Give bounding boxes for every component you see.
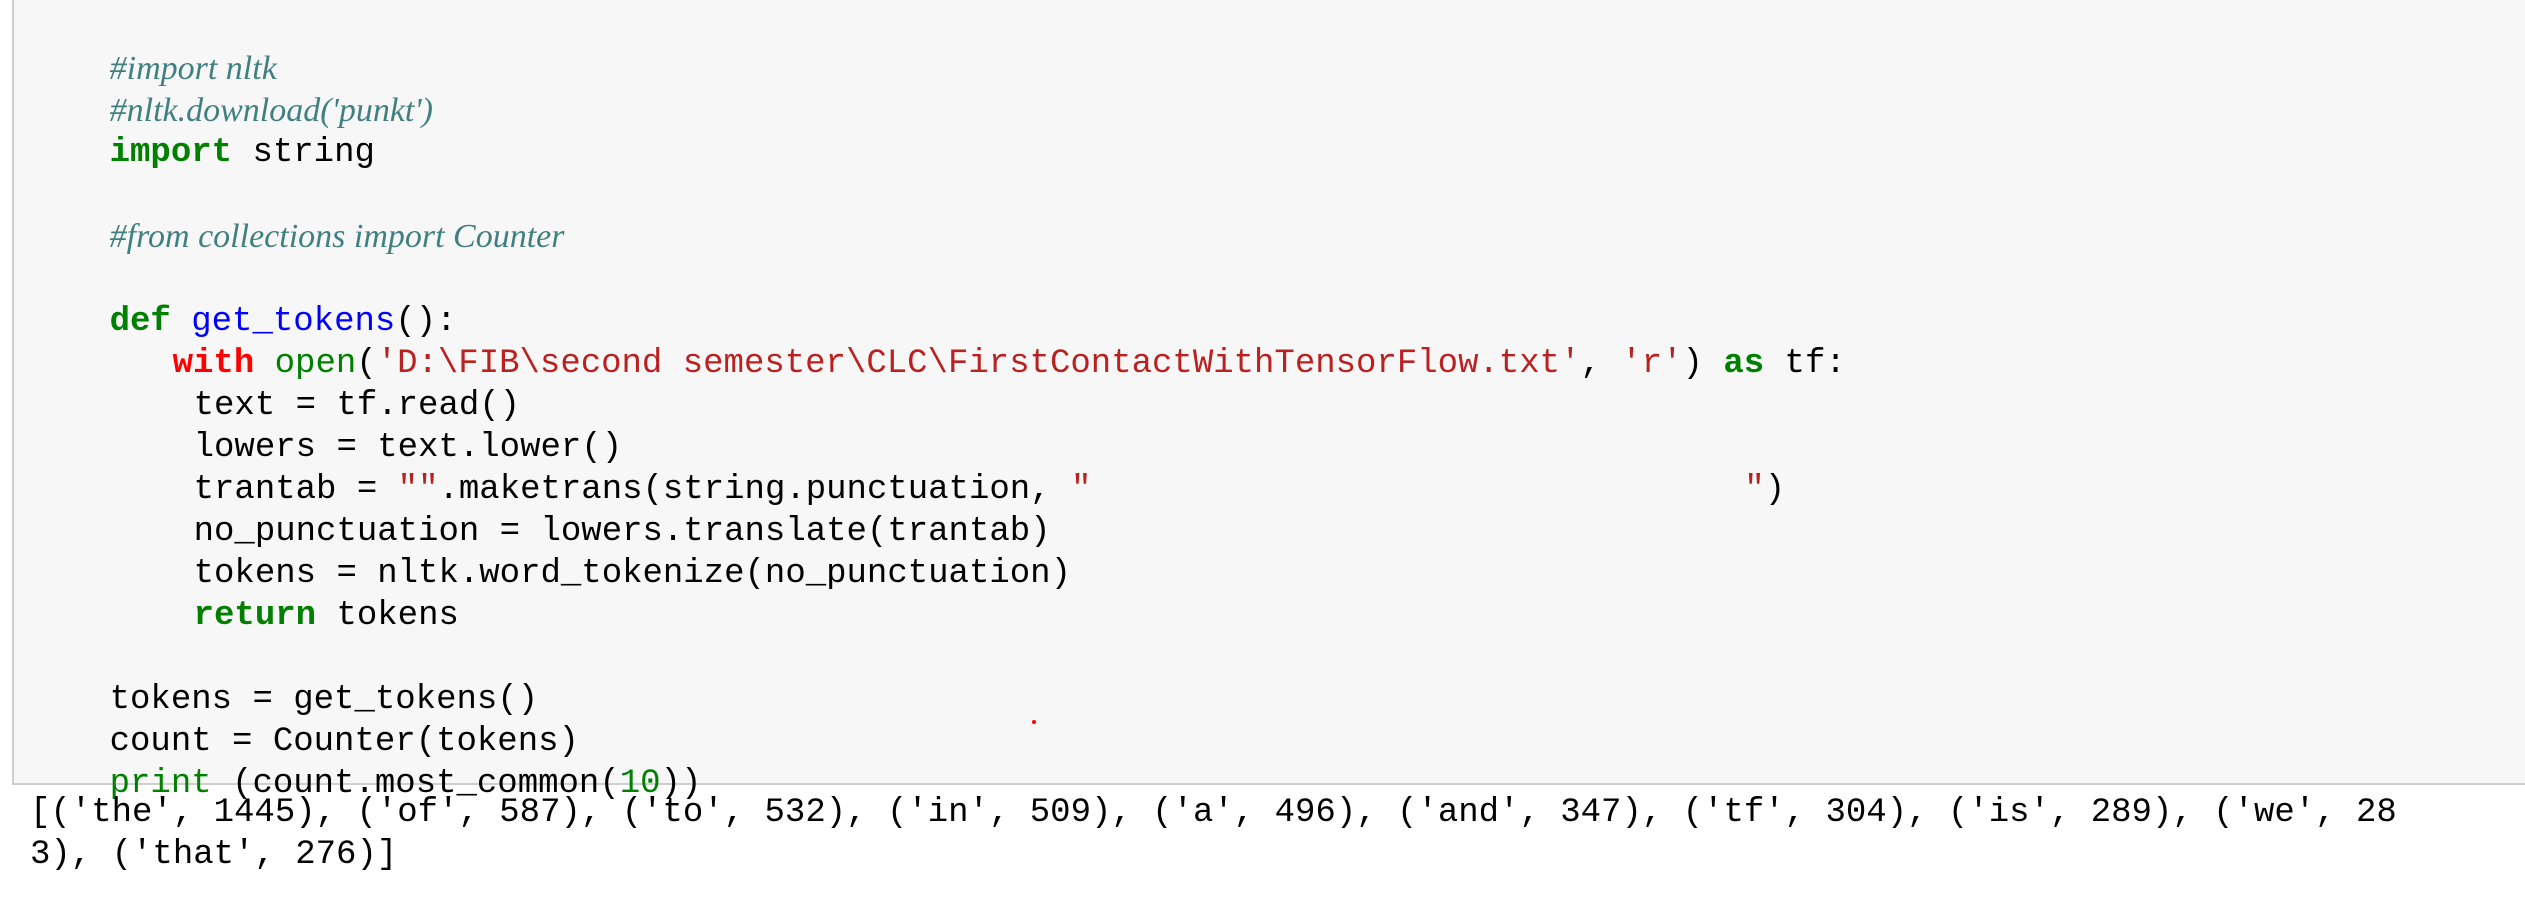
code-line-10: lowers = text.lower(): [112, 388, 622, 467]
string-spaces: " ": [1071, 471, 1765, 509]
keyword-return: return: [193, 597, 317, 635]
code-line-3: import string: [28, 93, 375, 172]
code-line-13: tokens = nltk.word_tokenize(no_punctuati…: [112, 514, 1071, 593]
code-line-18: print (count.most_common(10)): [28, 724, 702, 803]
code-input-cell[interactable]: #import nltk #nltk.download('punkt') imp…: [12, 0, 2525, 803]
code-punct: ,: [1580, 345, 1622, 383]
code-punct: ): [1682, 345, 1724, 383]
code-text: string: [232, 134, 375, 172]
code-line-1: #import nltk: [28, 9, 277, 87]
output-line-2: 3), ('that', 276)]: [30, 836, 398, 874]
string-mode: 'r': [1621, 345, 1683, 383]
code-comment: #from collections import Counter: [109, 218, 565, 255]
code-line-7: def get_tokens():: [28, 262, 457, 341]
code-line-2: #nltk.download('punkt'): [28, 51, 433, 129]
string-path: 'D:\FIB\second semester\CLC\FirstContact…: [376, 345, 1581, 383]
code-line-8: with open('D:\FIB\second semester\CLC\Fi…: [91, 304, 1846, 383]
keyword-import: import: [109, 134, 233, 172]
code-line-14: return tokens: [112, 556, 459, 635]
code-line-16: tokens = get_tokens(): [28, 640, 538, 719]
keyword-as: as: [1723, 345, 1765, 383]
code-line-12: no_punctuation = lowers.translate(tranta…: [112, 472, 1051, 551]
stray-dot-mark: [1032, 720, 1036, 724]
code-line-17: count = Counter(tokens): [28, 682, 579, 761]
code-text: tokens: [316, 597, 459, 635]
code-line-9: text = tf.read(): [112, 346, 520, 425]
code-line-11: trantab = "".maketrans(string.punctuatio…: [112, 430, 1786, 509]
output-line-1: [('the', 1445), ('of', 587), ('to', 532)…: [30, 794, 2397, 832]
code-text: tf:: [1764, 345, 1846, 383]
code-line-5: #from collections import Counter: [28, 177, 565, 255]
code-text: ): [1764, 471, 1786, 509]
